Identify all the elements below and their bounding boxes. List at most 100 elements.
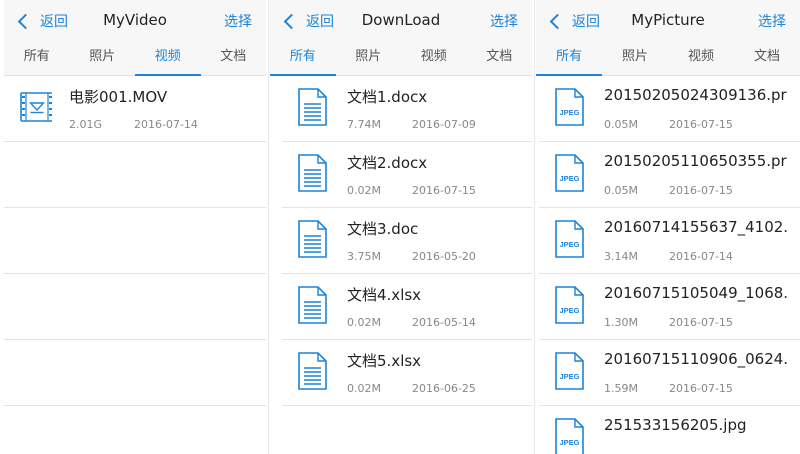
empty-row (4, 142, 266, 208)
file-size: 0.05M (604, 118, 638, 131)
file-date: 2016-07-14 (134, 118, 198, 131)
tab-videos[interactable]: 视频 (668, 40, 734, 75)
back-label: 返回 (572, 14, 600, 30)
panel-divider (534, 0, 535, 454)
panel-mypicture: 返回 MyPicture 选择 所有 照片 视频 文档 JPEG 2015020… (536, 0, 800, 454)
chevron-left-icon (283, 13, 300, 29)
file-date: 2016-07-14 (669, 250, 733, 263)
tab-photos[interactable]: 照片 (336, 40, 402, 75)
list-item[interactable]: 文档4.xlsx 0.02M 2016-05-14 (282, 274, 532, 340)
jpeg-badge: JPEG (559, 174, 579, 183)
chevron-left-icon (549, 13, 566, 29)
tab-all[interactable]: 所有 (536, 40, 602, 76)
nav-bar: 返回 MyVideo 选择 (4, 0, 266, 40)
tab-documents[interactable]: 文档 (467, 40, 533, 75)
jpeg-badge: JPEG (559, 306, 579, 315)
list-item[interactable]: JPEG 20160715110906_0624. 1.59M 2016-07-… (539, 340, 800, 406)
file-name: 电影001.MOV (69, 88, 168, 106)
tab-documents[interactable]: 文档 (734, 40, 800, 75)
nav-bar: 返回 MyPicture 选择 (536, 0, 800, 40)
nav-bar: 返回 DownLoad 选择 (270, 0, 532, 40)
select-button[interactable]: 选择 (490, 11, 518, 31)
file-name: 251533156205.jpg (604, 416, 747, 434)
file-name: 文档1.docx (347, 88, 428, 106)
file-list: JPEG 20150205024309136.pr 0.05M 2016-07-… (539, 76, 800, 454)
file-date: 2016-07-15 (412, 184, 476, 197)
file-name: 20160714155637_4102. (604, 218, 789, 236)
tab-bar: 所有 照片 视频 文档 (270, 40, 532, 76)
select-button[interactable]: 选择 (758, 11, 786, 31)
tab-all[interactable]: 所有 (4, 40, 70, 75)
list-item[interactable]: JPEG 251533156205.jpg (539, 406, 800, 454)
panel-myvideo: 返回 MyVideo 选择 所有 照片 视频 文档 电影001.MOV 2.01… (4, 0, 266, 454)
jpeg-file-icon: JPEG (555, 154, 584, 192)
file-size: 0.02M (347, 316, 381, 329)
document-file-icon (298, 352, 327, 390)
back-label: 返回 (306, 14, 334, 30)
back-button[interactable]: 返回 (17, 10, 68, 32)
file-name: 20160715110906_0624. (604, 350, 789, 368)
document-file-icon (298, 154, 327, 192)
select-button[interactable]: 选择 (224, 11, 252, 31)
list-item[interactable]: 文档3.doc 3.75M 2016-05-20 (282, 208, 532, 274)
jpeg-file-icon: JPEG (555, 418, 584, 454)
document-file-icon (298, 88, 327, 126)
file-date: 2016-07-09 (412, 118, 476, 131)
list-item[interactable]: JPEG 20150205110650355.pr 0.05M 2016-07-… (539, 142, 800, 208)
file-size: 1.30M (604, 316, 638, 329)
back-button[interactable]: 返回 (549, 10, 600, 32)
file-name: 文档2.docx (347, 154, 428, 172)
file-date: 2016-07-15 (669, 316, 733, 329)
chevron-left-icon (17, 13, 34, 29)
file-list: 文档1.docx 7.74M 2016-07-09 文档2.docx 0.02M… (282, 76, 532, 406)
file-size: 3.75M (347, 250, 381, 263)
document-file-icon (298, 220, 327, 258)
jpeg-file-icon: JPEG (555, 220, 584, 258)
list-item[interactable]: JPEG 20160714155637_4102. 3.14M 2016-07-… (539, 208, 800, 274)
panel-download: 返回 DownLoad 选择 所有 照片 视频 文档 文档1.docx 7.74… (270, 0, 532, 454)
file-date: 2016-05-14 (412, 316, 476, 329)
file-name: 20150205024309136.pr (604, 86, 787, 104)
jpeg-file-icon: JPEG (555, 286, 584, 324)
file-size: 7.74M (347, 118, 381, 131)
list-item[interactable]: 电影001.MOV 2.01G 2016-07-14 (4, 76, 266, 142)
tab-videos[interactable]: 视频 (135, 40, 201, 76)
file-size: 1.59M (604, 382, 638, 395)
back-label: 返回 (40, 14, 68, 30)
panel-divider (268, 0, 269, 454)
tab-bar: 所有 照片 视频 文档 (536, 40, 800, 76)
jpeg-file-icon: JPEG (555, 88, 584, 126)
empty-row (4, 208, 266, 274)
jpeg-badge: JPEG (559, 240, 579, 249)
file-date: 2016-07-15 (669, 382, 733, 395)
file-name: 20160715105049_1068. (604, 284, 789, 302)
empty-row (4, 340, 266, 406)
list-item[interactable]: 文档5.xlsx 0.02M 2016-06-25 (282, 340, 532, 406)
file-size: 3.14M (604, 250, 638, 263)
list-item[interactable]: 文档1.docx 7.74M 2016-07-09 (282, 76, 532, 142)
file-date: 2016-05-20 (412, 250, 476, 263)
list-item[interactable]: JPEG 20150205024309136.pr 0.05M 2016-07-… (539, 76, 800, 142)
back-button[interactable]: 返回 (283, 10, 334, 32)
tab-all[interactable]: 所有 (270, 40, 336, 76)
file-date: 2016-06-25 (412, 382, 476, 395)
empty-row (4, 274, 266, 340)
video-file-icon (20, 92, 52, 122)
jpeg-badge: JPEG (559, 438, 579, 447)
document-file-icon (298, 286, 327, 324)
file-list: 电影001.MOV 2.01G 2016-07-14 (4, 76, 266, 406)
file-date: 2016-07-15 (669, 184, 733, 197)
list-item[interactable]: JPEG 20160715105049_1068. 1.30M 2016-07-… (539, 274, 800, 340)
list-item[interactable]: 文档2.docx 0.02M 2016-07-15 (282, 142, 532, 208)
file-date: 2016-07-15 (669, 118, 733, 131)
jpeg-badge: JPEG (559, 372, 579, 381)
file-size: 0.05M (604, 184, 638, 197)
tab-photos[interactable]: 照片 (70, 40, 136, 75)
tab-photos[interactable]: 照片 (602, 40, 668, 75)
tab-documents[interactable]: 文档 (201, 40, 267, 75)
jpeg-badge: JPEG (559, 108, 579, 117)
tab-videos[interactable]: 视频 (401, 40, 467, 75)
file-name: 文档5.xlsx (347, 352, 422, 370)
file-name: 文档3.doc (347, 220, 419, 238)
tab-bar: 所有 照片 视频 文档 (4, 40, 266, 76)
